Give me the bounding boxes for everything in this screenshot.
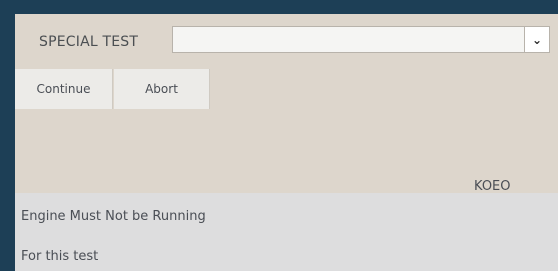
- message-line: For this test: [21, 249, 99, 264]
- abort-button[interactable]: Abort: [114, 69, 210, 109]
- message-line: Engine Must Not be Running: [21, 209, 206, 224]
- chevron-down-icon: ⌄: [531, 32, 543, 47]
- mode-status-label: KOEO: [474, 179, 511, 194]
- test-window: SPECIAL TEST ⌄ Continue Abort KOEO Engin…: [15, 14, 558, 271]
- action-button-row: Continue Abort: [15, 69, 558, 109]
- title-bar: SPECIAL TEST ⌄: [15, 14, 558, 69]
- page-title: SPECIAL TEST: [39, 34, 139, 50]
- dropdown-toggle-button[interactable]: ⌄: [524, 26, 550, 53]
- continue-button[interactable]: Continue: [15, 69, 113, 109]
- test-select-dropdown[interactable]: ⌄: [172, 26, 550, 53]
